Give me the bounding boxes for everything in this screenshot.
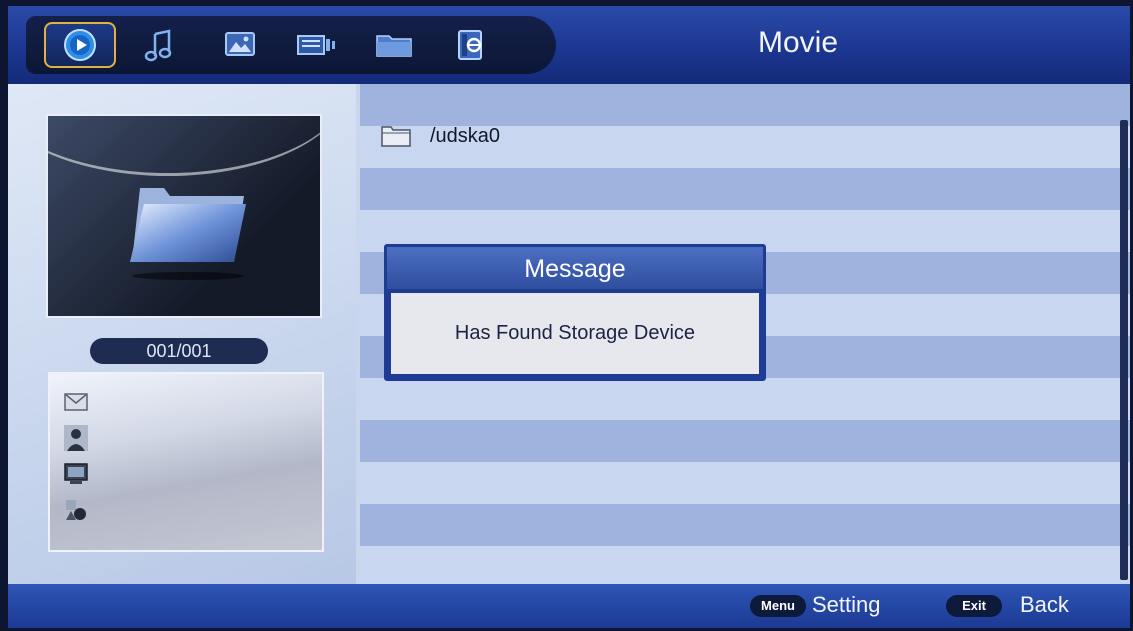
file-counter: 001/001 xyxy=(90,338,268,364)
play-circle-icon xyxy=(64,29,96,61)
music-note-icon xyxy=(144,29,172,62)
folder-icon xyxy=(381,126,411,147)
shapes-icon xyxy=(62,496,90,524)
monitor-icon xyxy=(62,460,90,488)
page-title: Movie xyxy=(758,26,839,59)
photo-icon xyxy=(225,32,255,56)
tab-files[interactable] xyxy=(358,22,430,68)
bottom-bar: Menu Setting Exit Back xyxy=(8,584,1130,628)
tab-photo[interactable] xyxy=(204,22,276,68)
dialog-title: Message xyxy=(387,247,763,289)
left-panel: 001/001 xyxy=(8,84,356,584)
menu-key-badge[interactable]: Menu xyxy=(750,595,806,617)
tab-text[interactable] xyxy=(280,22,352,68)
preview-pane xyxy=(46,114,322,318)
message-dialog: Message Has Found Storage Device xyxy=(384,244,766,381)
tab-music[interactable] xyxy=(124,22,196,68)
ebook-icon xyxy=(458,30,482,60)
person-icon xyxy=(62,424,90,452)
list-item[interactable]: /udska0 xyxy=(380,124,500,148)
folder-icon xyxy=(376,35,412,57)
envelope-icon xyxy=(62,388,90,416)
text-document-icon xyxy=(297,35,335,55)
media-player-screen: Movie 001/001 /udska0 Message Has Found … xyxy=(8,6,1130,628)
folder-icon xyxy=(130,188,246,280)
exit-key-label: Back xyxy=(1020,592,1069,617)
menu-key-label: Setting xyxy=(812,592,881,617)
tab-ebook[interactable] xyxy=(434,22,506,68)
media-tab-strip xyxy=(26,16,556,74)
list-item-label: /udska0 xyxy=(430,124,501,147)
tab-movie[interactable] xyxy=(44,22,116,68)
scrollbar[interactable] xyxy=(1120,120,1128,580)
exit-key-badge[interactable]: Exit xyxy=(946,595,1002,617)
file-info-box xyxy=(48,372,324,552)
top-bar: Movie xyxy=(8,6,1130,84)
dialog-message: Has Found Storage Device xyxy=(391,293,759,374)
